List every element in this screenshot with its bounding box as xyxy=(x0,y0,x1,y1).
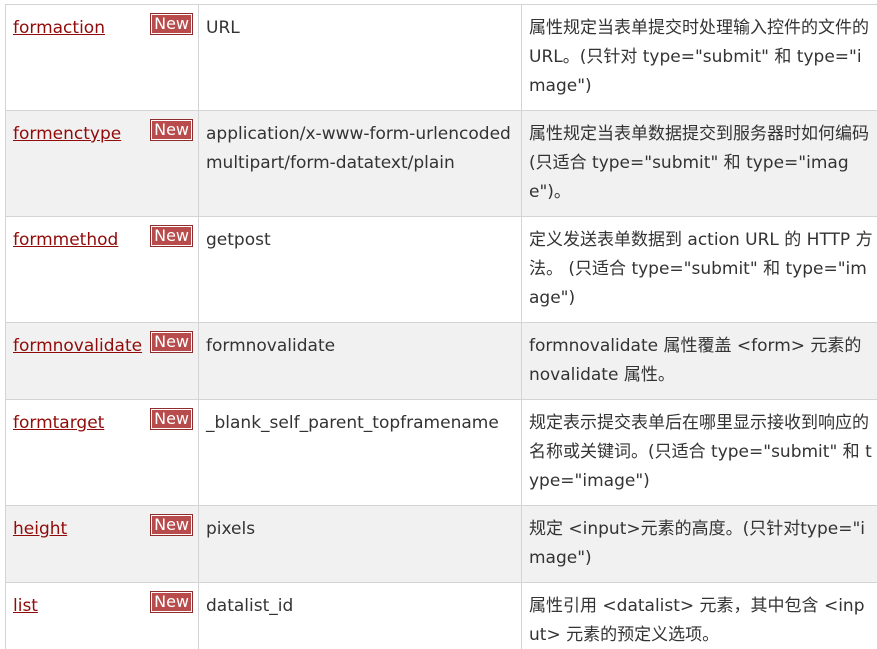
attribute-description-cell: formnovalidate 属性覆盖 <form> 元素的 novalidat… xyxy=(521,322,877,400)
new-badge: New xyxy=(150,119,193,141)
attribute-link[interactable]: list xyxy=(13,596,38,616)
attribute-link[interactable]: formaction xyxy=(13,18,105,38)
new-badge: New xyxy=(150,591,193,613)
attribute-description-cell: 属性引用 <datalist> 元素，其中包含 <input> 元素的预定义选项… xyxy=(521,582,877,649)
attribute-value-cell: getpost xyxy=(198,216,522,323)
attribute-value-cell: datalist_id xyxy=(198,582,522,649)
attribute-value-cell: _blank_self_parent_topframename xyxy=(198,399,522,506)
attribute-name-cell: formtarget New xyxy=(5,399,199,506)
table-row: formaction New URL 属性规定当表单提交时处理输入控件的文件的 … xyxy=(5,4,877,111)
attribute-value-cell: URL xyxy=(198,4,522,111)
attribute-link[interactable]: formtarget xyxy=(13,413,104,433)
attribute-link[interactable]: formmethod xyxy=(13,230,118,250)
attribute-value-cell: formnovalidate xyxy=(198,322,522,400)
attribute-description-cell: 属性规定当表单数据提交到服务器时如何编码(只适合 type="submit" 和… xyxy=(521,110,877,217)
attribute-description-cell: 规定表示提交表单后在哪里显示接收到响应的名称或关键词。(只适合 type="su… xyxy=(521,399,877,506)
table-row: list New datalist_id 属性引用 <datalist> 元素，… xyxy=(5,582,877,649)
attributes-table: formaction New URL 属性规定当表单提交时处理输入控件的文件的 … xyxy=(5,4,877,649)
attribute-value-cell: application/x-www-form-urlencodedmultipa… xyxy=(198,110,522,217)
attribute-description-cell: 属性规定当表单提交时处理输入控件的文件的 URL。(只针对 type="subm… xyxy=(521,4,877,111)
attribute-name-cell: formnovalidate New xyxy=(5,322,199,400)
attribute-name-cell: formenctype New xyxy=(5,110,199,217)
table-row: formenctype New application/x-www-form-u… xyxy=(5,110,877,217)
attribute-link[interactable]: formnovalidate xyxy=(13,336,142,356)
new-badge: New xyxy=(150,408,193,430)
table-row: formtarget New _blank_self_parent_topfra… xyxy=(5,399,877,506)
new-badge: New xyxy=(150,225,193,247)
new-badge: New xyxy=(150,331,193,353)
table-row: formnovalidate New formnovalidate formno… xyxy=(5,322,877,400)
new-badge: New xyxy=(150,13,193,35)
attribute-link[interactable]: formenctype xyxy=(13,124,121,144)
attribute-value-cell: pixels xyxy=(198,505,522,583)
new-badge: New xyxy=(150,514,193,536)
attribute-description-cell: 定义发送表单数据到 action URL 的 HTTP 方法。 (只适合 typ… xyxy=(521,216,877,323)
page: formaction New URL 属性规定当表单提交时处理输入控件的文件的 … xyxy=(0,0,877,649)
attribute-description-cell: 规定 <input>元素的高度。(只针对type="image") xyxy=(521,505,877,583)
attribute-name-cell: list New xyxy=(5,582,199,649)
attribute-name-cell: formaction New xyxy=(5,4,199,111)
table-row: height New pixels 规定 <input>元素的高度。(只针对ty… xyxy=(5,505,877,583)
attribute-name-cell: height New xyxy=(5,505,199,583)
attribute-name-cell: formmethod New xyxy=(5,216,199,323)
table-row: formmethod New getpost 定义发送表单数据到 action … xyxy=(5,216,877,323)
attribute-link[interactable]: height xyxy=(13,519,67,539)
